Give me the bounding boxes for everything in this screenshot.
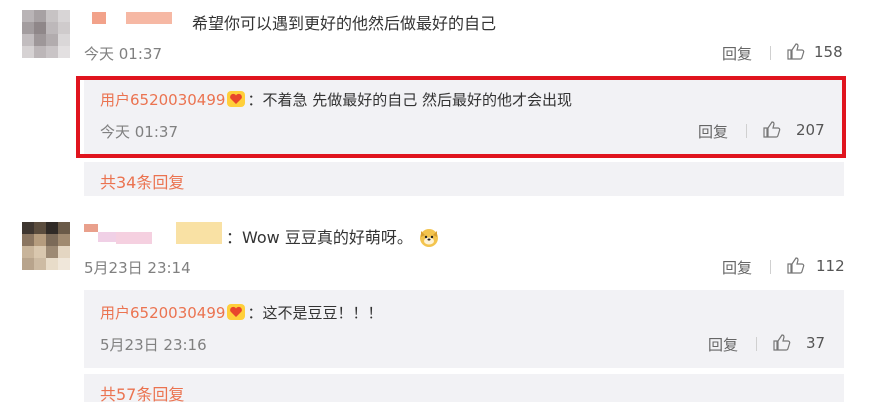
thumbs-up-icon[interactable] bbox=[773, 333, 791, 351]
comment-time: 5月23日 23:14 bbox=[84, 259, 191, 277]
reply-button[interactable]: 回复 bbox=[722, 257, 752, 278]
reply-username[interactable]: 用户6520030499 bbox=[100, 304, 225, 322]
comment-text: 希望你可以遇到更好的他然后做最好的自己 bbox=[192, 14, 497, 33]
reply-line: 用户6520030499 ：不着急 先做最好的自己 然后最好的他才会出现 bbox=[100, 89, 572, 110]
thumbs-up-icon[interactable] bbox=[787, 256, 805, 274]
reply-button[interactable]: 回复 bbox=[708, 334, 738, 355]
dog-emoji-icon bbox=[419, 229, 438, 247]
reply-button[interactable]: 回复 bbox=[722, 43, 752, 64]
avatar[interactable] bbox=[22, 222, 70, 270]
comment-text: ：Wow 豆豆真的好萌呀。 bbox=[226, 228, 413, 247]
reply-time: 今天 01:37 bbox=[100, 123, 178, 141]
reply-time: 5月23日 23:16 bbox=[100, 336, 207, 354]
divider bbox=[746, 124, 747, 138]
like-count: 158 bbox=[814, 43, 843, 61]
reply-line: 用户6520030499 ：这不是豆豆！！！ bbox=[100, 302, 382, 323]
like-count: 112 bbox=[816, 257, 845, 275]
thumbs-up-icon[interactable] bbox=[763, 120, 781, 138]
thumbs-up-icon[interactable] bbox=[787, 42, 805, 60]
more-replies-bar bbox=[84, 162, 844, 196]
more-replies-bar bbox=[84, 374, 844, 402]
like-count: 37 bbox=[806, 334, 826, 352]
heart-badge-icon bbox=[227, 304, 246, 320]
heart-badge-icon bbox=[227, 91, 246, 107]
divider bbox=[770, 260, 771, 274]
like-count: 207 bbox=[796, 121, 825, 139]
more-replies-link[interactable]: 共57条回复 bbox=[100, 381, 184, 405]
comment-time: 今天 01:37 bbox=[84, 45, 162, 63]
reply-username[interactable]: 用户6520030499 bbox=[100, 91, 225, 109]
reply-text: ：不着急 先做最好的自己 然后最好的他才会出现 bbox=[247, 91, 572, 109]
more-replies-link[interactable]: 共34条回复 bbox=[100, 169, 184, 193]
comment-line: ：Wow 豆豆真的好萌呀。 bbox=[226, 224, 440, 248]
divider bbox=[770, 46, 771, 60]
reply-button[interactable]: 回复 bbox=[698, 121, 728, 142]
reply-text: ：这不是豆豆！！！ bbox=[247, 304, 383, 322]
avatar[interactable] bbox=[22, 10, 70, 58]
divider bbox=[756, 337, 757, 351]
